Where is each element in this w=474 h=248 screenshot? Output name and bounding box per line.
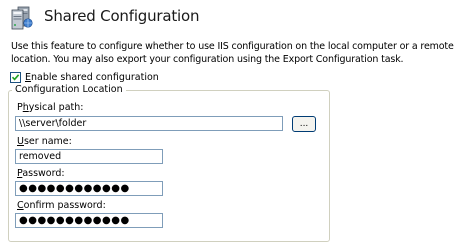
server-icon	[8, 4, 34, 30]
physical-path-label: Physical path:	[17, 102, 84, 113]
confirm-password-label: Confirm password:	[17, 200, 106, 211]
password-input[interactable]: ●●●●●●●●●●●●	[15, 181, 163, 196]
user-name-label: User name:	[17, 136, 72, 147]
physical-path-input[interactable]: \\server\folder	[15, 116, 283, 131]
page-title: Shared Configuration	[44, 7, 200, 25]
feature-description: Use this feature to configure whether to…	[11, 41, 454, 65]
browse-button[interactable]: ...	[292, 116, 316, 132]
checkbox-box[interactable]	[10, 72, 21, 83]
enable-shared-configuration-label: Enable shared configuration	[25, 72, 159, 83]
checkmark-icon	[11, 74, 20, 81]
user-name-input[interactable]: removed	[15, 149, 163, 164]
confirm-password-input[interactable]: ●●●●●●●●●●●●	[15, 213, 163, 228]
enable-shared-configuration-checkbox[interactable]: Enable shared configuration	[10, 71, 159, 84]
configuration-location-title: Configuration Location	[12, 84, 126, 95]
password-label: Password:	[17, 168, 65, 179]
